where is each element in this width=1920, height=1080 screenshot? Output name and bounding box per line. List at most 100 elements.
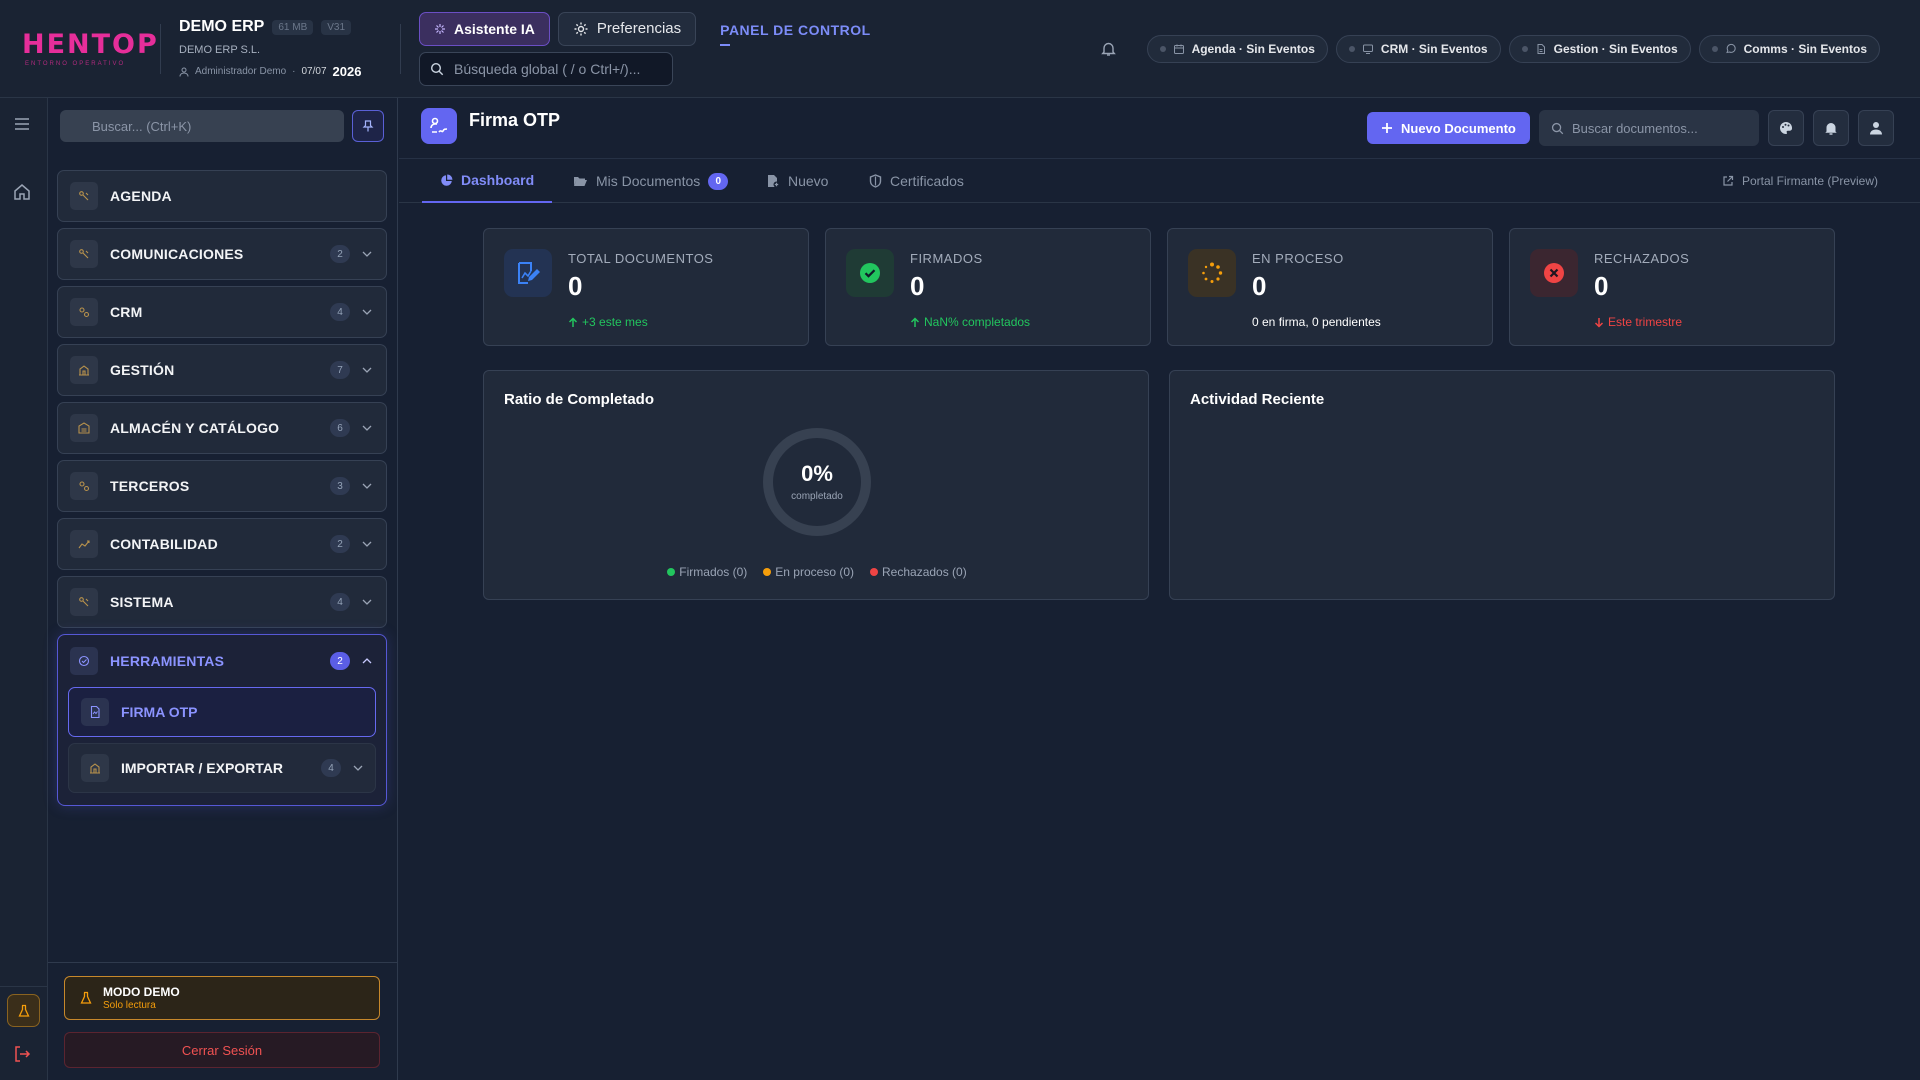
external-link-icon [1722, 175, 1734, 187]
legend-item-firmados: Firmados (0) [667, 565, 747, 579]
user-line: Administrador Demo · 07/07 2026 [179, 64, 382, 79]
bell-icon [1823, 120, 1839, 136]
demo-mode-title: MODO DEMO [103, 985, 180, 999]
module-icon [70, 298, 98, 326]
chat-icon [1725, 43, 1737, 55]
ai-assistant-button[interactable]: Asistente IA [419, 11, 550, 46]
event-chip-crm[interactable]: CRM · Sin Eventos [1335, 34, 1501, 63]
module-icon [70, 647, 98, 675]
status-dot [1711, 45, 1718, 52]
count-badge: 7 [330, 361, 350, 379]
sidebar-item-label: GESTIÓN [110, 362, 175, 378]
tab-certificados[interactable]: Certificados [869, 159, 964, 203]
user-icon [179, 67, 189, 77]
sidebar-menu: AGENDA COMUNICACIONES 2 CRM 4 GESTIÓN 7 … [57, 170, 387, 806]
tab-nuevo[interactable]: Nuevo [766, 159, 828, 203]
event-chip-comms[interactable]: Comms · Sin Eventos [1698, 34, 1880, 63]
hamburger-menu-icon[interactable] [12, 116, 32, 132]
profile-button[interactable] [1858, 110, 1894, 146]
sidebar-subitem-label: FIRMA OTP [121, 704, 198, 720]
count-badge: 6 [330, 419, 350, 437]
stat-label: RECHAZADOS [1594, 251, 1690, 266]
completion-ring: 0% completado [762, 427, 872, 537]
sidebar-item-agenda[interactable]: AGENDA [57, 170, 387, 222]
portal-preview-link[interactable]: Portal Firmante (Preview) [1722, 159, 1878, 203]
signature-doc-icon [81, 698, 109, 726]
brand-logo[interactable]: HENTOP ENTORNO OPERATIVO [0, 0, 160, 97]
tab-dashboard[interactable]: Dashboard [422, 159, 553, 203]
sidebar-item-herramientas[interactable]: HERRAMIENTAS 2 [58, 635, 386, 687]
module-tabs: Dashboard Mis Documentos 0 Nuevo Certifi… [399, 158, 1920, 203]
event-chip-label: Agenda · Sin Eventos [1191, 41, 1315, 56]
chevron-down-icon [353, 765, 363, 771]
sidebar-item-crm[interactable]: CRM 4 [57, 286, 387, 338]
sidebar-search-input[interactable] [70, 118, 330, 134]
check-circle-icon [846, 249, 894, 297]
sidebar-item-label: CRM [110, 304, 143, 320]
demo-mode-rail-button[interactable] [7, 994, 40, 1027]
recent-activity-title: Actividad Reciente [1190, 391, 1325, 408]
count-badge: 3 [330, 477, 350, 495]
stat-card-en-proceso: EN PROCESO 0 0 en firma, 0 pendientes [1167, 228, 1493, 346]
chevron-down-icon [362, 541, 374, 547]
tab-mis-documentos[interactable]: Mis Documentos 0 [573, 159, 729, 203]
chevron-down-icon [362, 599, 374, 605]
preferences-label: Preferencias [596, 20, 682, 37]
demo-mode-box: MODO DEMO Solo lectura [64, 976, 380, 1020]
tab-label: Mis Documentos [596, 173, 701, 189]
logout-button[interactable]: Cerrar Sesión [64, 1032, 380, 1068]
tab-label: Nuevo [788, 173, 829, 189]
arrow-down-icon [1594, 317, 1604, 328]
preferences-button[interactable]: Preferencias [557, 11, 697, 46]
sidebar-item-gestion[interactable]: GESTIÓN 7 [57, 344, 387, 396]
module-icon [70, 414, 98, 442]
sidebar-group-herramientas: HERRAMIENTAS 2 FIRMA OTP IMPORTAR / EXPO… [57, 634, 387, 806]
module-header: Firma OTP Nuevo Documento [399, 98, 1920, 158]
stat-trend-text: Este trimestre [1608, 315, 1683, 329]
sidebar-item-label: AGENDA [110, 188, 172, 204]
document-search-input[interactable] [1572, 120, 1752, 136]
count-badge: 4 [330, 303, 350, 321]
module-icon [70, 472, 98, 500]
notifications-bell-icon[interactable] [1100, 40, 1117, 57]
logout-icon[interactable] [12, 1044, 32, 1064]
sidebar-item-comunicaciones[interactable]: COMUNICACIONES 2 [57, 228, 387, 280]
document-search[interactable] [1539, 110, 1759, 146]
chevron-down-icon [362, 251, 374, 257]
global-search-input[interactable] [454, 60, 654, 77]
stat-trend: +3 este mes [568, 315, 648, 329]
stat-card-firmados: FIRMADOS 0 NaN% completados [825, 228, 1151, 346]
sidebar-item-terceros[interactable]: TERCEROS 3 [57, 460, 387, 512]
completion-percent: 0% [801, 461, 833, 486]
sidebar-subitem-firma-otp[interactable]: FIRMA OTP [68, 687, 376, 737]
count-badge: 2 [330, 245, 350, 263]
sidebar-item-sistema[interactable]: SISTEMA 4 [57, 576, 387, 628]
stat-trend-text: 0 en firma, 0 pendientes [1252, 315, 1381, 329]
rail-divider [0, 986, 47, 987]
count-badge: 4 [330, 593, 350, 611]
sidebar-item-contabilidad[interactable]: CONTABILIDAD 2 [57, 518, 387, 570]
stat-trend-text: NaN% completados [924, 315, 1031, 329]
chevron-down-icon [362, 425, 374, 431]
sidebar-item-label: COMUNICACIONES [110, 246, 244, 262]
global-search[interactable] [419, 51, 673, 86]
sidebar-subitem-importar-exportar[interactable]: IMPORTAR / EXPORTAR 4 [68, 743, 376, 793]
calendar-icon [1173, 43, 1185, 55]
home-icon[interactable] [12, 182, 32, 202]
pin-sidebar-button[interactable] [352, 110, 384, 142]
pin-icon [361, 119, 375, 133]
control-panel-link[interactable]: PANEL DE CONTROL [720, 22, 871, 46]
sidebar-search[interactable] [60, 110, 344, 142]
theme-palette-button[interactable] [1768, 110, 1804, 146]
recent-activity-card: Actividad Reciente [1169, 370, 1835, 600]
sidebar-item-almacen[interactable]: ALMACÉN Y CATÁLOGO 6 [57, 402, 387, 454]
new-document-button[interactable]: Nuevo Documento [1367, 112, 1530, 144]
stat-value: 0 [1252, 271, 1267, 301]
module-icon [70, 182, 98, 210]
event-chip-label: Gestion · Sin Eventos [1553, 41, 1678, 56]
event-chip-gestion[interactable]: Gestion · Sin Eventos [1508, 34, 1691, 63]
ai-assistant-label: Asistente IA [454, 20, 535, 37]
notifications-button[interactable] [1813, 110, 1849, 146]
event-chip-agenda[interactable]: Agenda · Sin Eventos [1146, 34, 1328, 63]
top-header: HENTOP ENTORNO OPERATIVO DEMO ERP 61 MB … [0, 0, 1920, 98]
